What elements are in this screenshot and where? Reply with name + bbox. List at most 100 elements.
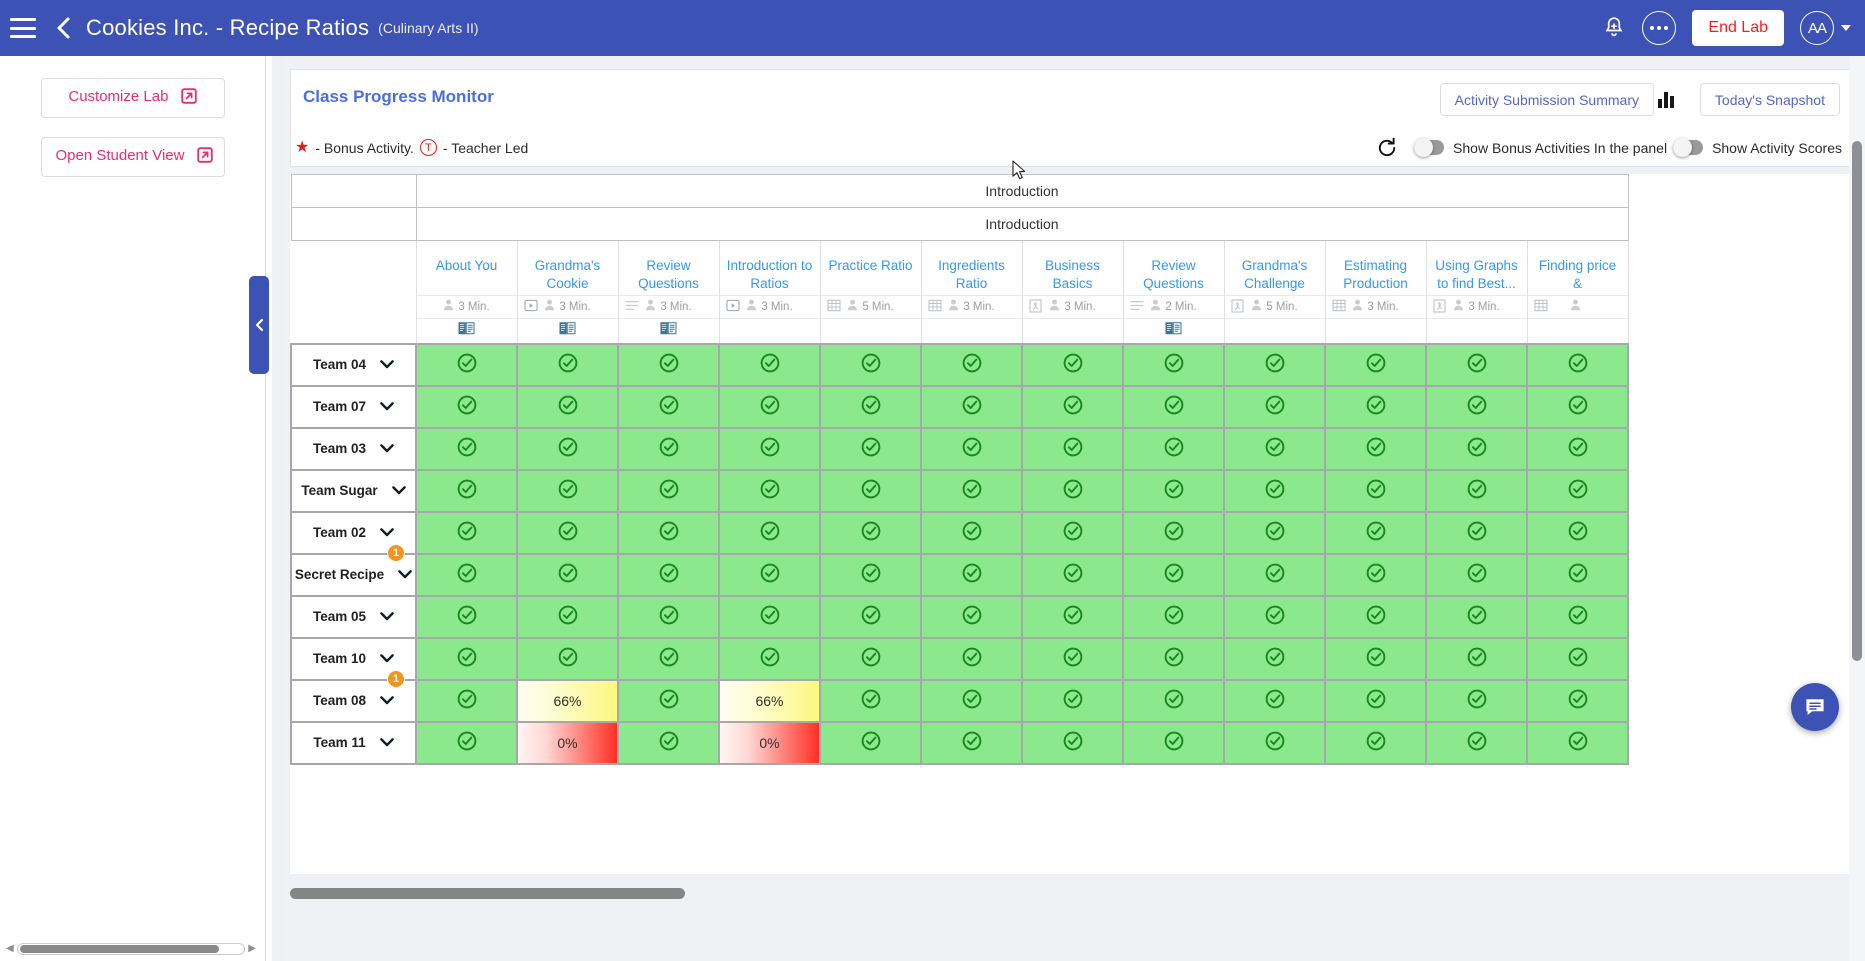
hamburger-icon[interactable] [10,18,36,38]
progress-cell-complete[interactable] [415,636,518,681]
progress-cell-complete[interactable] [819,384,922,429]
progress-cell-complete[interactable] [1223,510,1326,555]
progress-cell-complete[interactable] [920,552,1023,597]
team-name-cell[interactable]: Team 07 [290,384,417,429]
progress-cell-complete[interactable] [617,594,720,639]
avatar[interactable]: AA [1800,11,1834,45]
progress-cell-complete[interactable] [1324,594,1427,639]
progress-cell-complete[interactable] [1425,342,1528,387]
progress-cell-complete[interactable] [1122,426,1225,471]
progress-cell-complete[interactable] [1526,678,1629,723]
progress-cell-complete[interactable] [718,342,821,387]
progress-cell-complete[interactable] [1324,720,1427,765]
progress-cell-complete[interactable] [1021,720,1124,765]
progress-cell-complete[interactable] [819,720,922,765]
chevron-left-icon[interactable] [50,15,76,41]
main-vertical-scrollbar[interactable] [1849,56,1865,961]
progress-cell-complete[interactable] [516,426,619,471]
progress-cell-complete[interactable] [1223,720,1326,765]
progress-cell-complete[interactable] [1526,594,1629,639]
progress-cell-complete[interactable] [415,510,518,555]
progress-cell-complete[interactable] [1122,510,1225,555]
progress-cell-complete[interactable] [617,720,720,765]
chevron-down-icon[interactable] [380,693,394,708]
progress-cell-complete[interactable] [1021,426,1124,471]
chat-icon[interactable] [1791,683,1839,731]
progress-cell-complete[interactable] [415,552,518,597]
grid-horizontal-scrollbar[interactable] [290,886,1855,900]
progress-cell-complete[interactable] [1324,552,1427,597]
progress-cell-complete[interactable] [617,426,720,471]
activity-column-header[interactable]: Introduction to Ratios 3 Min. [718,240,821,344]
chevron-down-icon[interactable] [380,441,394,456]
activity-column-header[interactable]: Using Graphs to find Best... 3 Min. [1425,240,1528,344]
progress-cell-complete[interactable] [1223,468,1326,513]
progress-cell-complete[interactable] [920,678,1023,723]
progress-cell-incomplete[interactable]: 0% [516,720,619,765]
progress-cell-complete[interactable] [1425,720,1528,765]
progress-cell-complete[interactable] [516,468,619,513]
progress-cell-complete[interactable] [1021,636,1124,681]
chevron-down-icon[interactable] [380,399,394,414]
team-name-cell[interactable]: Team Sugar [290,468,417,513]
progress-cell-complete[interactable] [819,468,922,513]
progress-cell-complete[interactable] [516,384,619,429]
progress-cell-complete[interactable] [819,552,922,597]
progress-cell-complete[interactable] [516,342,619,387]
progress-cell-complete[interactable] [415,678,518,723]
activity-column-header[interactable]: Estimating Production 3 Min. [1324,240,1427,344]
show-activity-scores-toggle[interactable] [1673,138,1704,157]
progress-cell-complete[interactable] [718,636,821,681]
progress-cell-complete[interactable] [1526,510,1629,555]
progress-cell-complete[interactable] [1324,678,1427,723]
chevron-down-icon[interactable] [380,651,394,666]
progress-cell-complete[interactable] [1122,594,1225,639]
progress-cell-complete[interactable] [920,510,1023,555]
team-name-cell[interactable]: Team 10 1 [290,636,417,688]
progress-cell-complete[interactable] [415,342,518,387]
progress-cell-complete[interactable] [1425,594,1528,639]
progress-cell-complete[interactable] [516,636,619,681]
chevron-down-icon[interactable] [379,735,394,750]
progress-cell-complete[interactable] [1021,552,1124,597]
progress-cell-complete[interactable] [1223,426,1326,471]
progress-cell-complete[interactable] [920,342,1023,387]
progress-grid-scroll-area[interactable]: Introduction Introduction About You 3 Min. G… [290,174,1855,874]
activity-column-header[interactable]: Review Questions 3 Min. [617,240,720,344]
activity-column-header[interactable]: Finding price & [1526,240,1629,344]
progress-cell-complete[interactable] [1021,678,1124,723]
progress-cell-complete[interactable] [1223,636,1326,681]
progress-cell-incomplete[interactable]: 0% [718,720,821,765]
progress-cell-complete[interactable] [415,720,518,765]
progress-cell-complete[interactable] [920,468,1023,513]
progress-cell-complete[interactable] [617,636,720,681]
progress-cell-complete[interactable] [1324,342,1427,387]
progress-cell-complete[interactable] [1021,384,1124,429]
progress-cell-complete[interactable] [1324,510,1427,555]
progress-cell-complete[interactable] [920,384,1023,429]
progress-cell-complete[interactable] [1122,636,1225,681]
progress-cell-complete[interactable] [819,342,922,387]
activity-column-header[interactable]: Grandma's Cookie 3 Min. [516,240,619,344]
progress-cell-complete[interactable] [1425,426,1528,471]
progress-cell-complete[interactable] [516,594,619,639]
progress-cell-complete[interactable] [415,468,518,513]
progress-cell-complete[interactable] [1526,426,1629,471]
progress-cell-complete[interactable] [718,426,821,471]
progress-cell-complete[interactable] [617,468,720,513]
progress-cell-complete[interactable] [617,384,720,429]
progress-cell-complete[interactable] [1324,426,1427,471]
activity-column-header[interactable]: About You 3 Min. [415,240,518,344]
collapse-sidebar-handle[interactable] [249,276,269,374]
progress-cell-complete[interactable] [1122,468,1225,513]
progress-cell-complete[interactable] [1425,510,1528,555]
bar-chart-icon[interactable] [1658,90,1678,108]
progress-cell-complete[interactable] [1021,594,1124,639]
progress-cell-complete[interactable] [718,468,821,513]
progress-cell-complete[interactable] [1425,468,1528,513]
progress-cell-complete[interactable] [1425,384,1528,429]
progress-cell-complete[interactable] [1526,384,1629,429]
progress-cell-complete[interactable] [1526,720,1629,765]
progress-cell-complete[interactable] [718,384,821,429]
team-name-cell[interactable]: Team 04 [290,342,417,387]
